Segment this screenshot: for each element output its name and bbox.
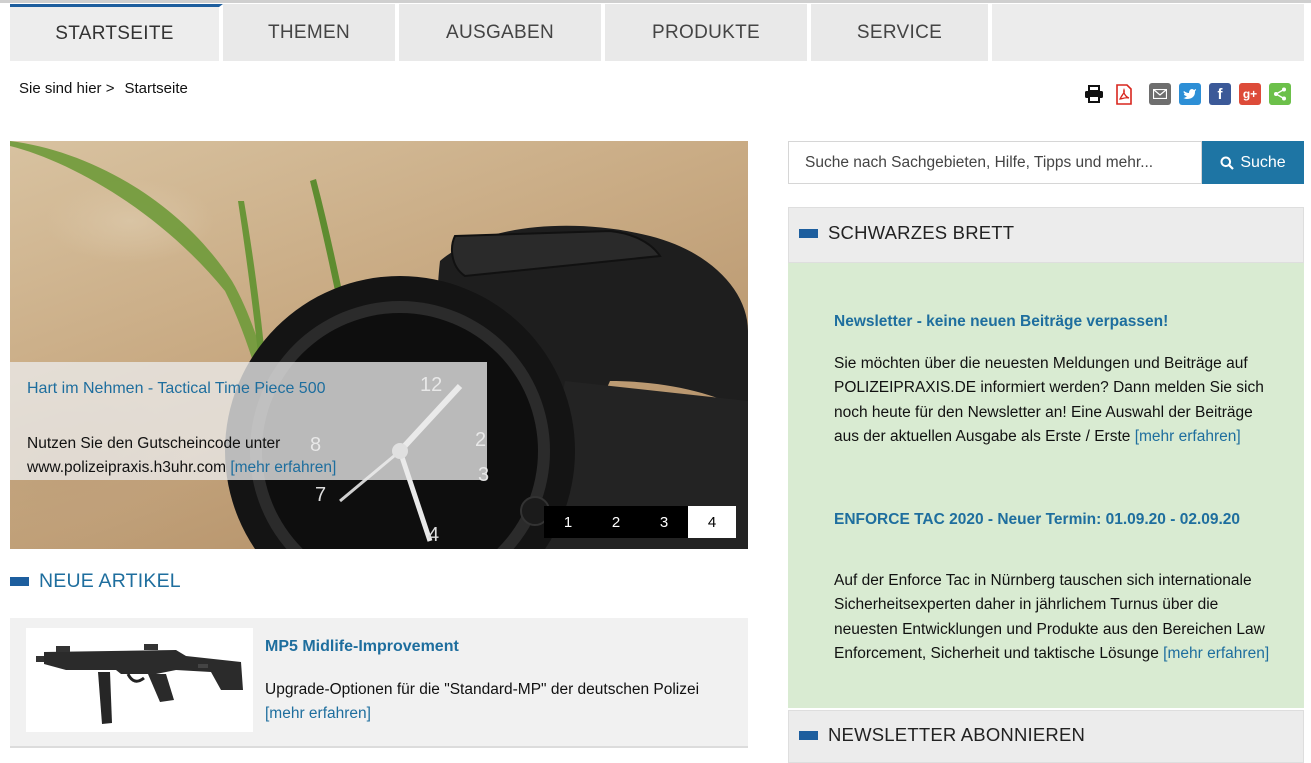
article-image[interactable] — [26, 628, 253, 732]
board-header: SCHWARZES BRETT — [788, 207, 1304, 263]
svg-text:7: 7 — [315, 484, 326, 506]
search-button[interactable]: Suche — [1202, 141, 1304, 184]
main-nav: STARTSEITE THEMEN AUSGABEN PRODUKTE SERV… — [10, 4, 1304, 61]
nav-filler — [992, 4, 1304, 61]
email-icon[interactable] — [1149, 83, 1171, 105]
article-more-link[interactable]: [mehr erfahren] — [265, 705, 371, 722]
board-heading: SCHWARZES BRETT — [799, 222, 1014, 244]
newsletter-heading-text[interactable]: NEWSLETTER ABONNIEREN — [828, 724, 1085, 746]
nav-themen[interactable]: THEMEN — [223, 4, 399, 61]
board-item-text: Sie möchten über die neuesten Meldungen … — [834, 352, 1274, 450]
search-icon — [1220, 156, 1235, 170]
hero-slider[interactable]: 12 2 3 4 8 7 Hart im Nehmen - Tactical T… — [10, 141, 748, 549]
nav-service[interactable]: SERVICE — [811, 4, 992, 61]
newsletter-header: NEWSLETTER ABONNIEREN — [788, 710, 1304, 763]
search-button-label: Suche — [1240, 153, 1286, 171]
heading-bar-icon — [799, 730, 818, 740]
article-body: Upgrade-Optionen für die "Standard-MP" d… — [265, 681, 700, 698]
board-content: Newsletter - keine neuen Beiträge verpas… — [788, 263, 1304, 708]
hero-text: Nutzen Sie den Gutscheincode unter www.p… — [27, 432, 470, 480]
article-text: Upgrade-Optionen für die "Standard-MP" d… — [265, 678, 725, 726]
new-articles-heading: NEUE ARTIKEL — [10, 570, 181, 593]
pager-4[interactable]: 4 — [688, 506, 736, 538]
article-title[interactable]: MP5 Midlife-Improvement — [265, 638, 459, 656]
hero-pager: 1 2 3 4 — [544, 506, 736, 538]
board-item-title[interactable]: ENFORCE TAC 2020 - Neuer Termin: 01.09.2… — [834, 510, 1254, 530]
board-item-title[interactable]: Newsletter - keine neuen Beiträge verpas… — [834, 312, 1254, 332]
heading-bar-icon — [799, 228, 818, 238]
heading-bar-icon — [10, 577, 29, 586]
share-icon[interactable] — [1269, 83, 1291, 105]
hero-title[interactable]: Hart im Nehmen - Tactical Time Piece 500 — [27, 380, 470, 398]
nav-produkte[interactable]: PRODUKTE — [605, 4, 811, 61]
watch-photo: 12 2 3 4 8 7 — [10, 141, 748, 549]
new-articles-heading-text: NEUE ARTIKEL — [39, 570, 181, 592]
search-input[interactable] — [788, 141, 1202, 184]
breadcrumb-current[interactable]: Startseite — [124, 80, 187, 97]
pager-3[interactable]: 3 — [640, 506, 688, 538]
pager-2[interactable]: 2 — [592, 506, 640, 538]
google-plus-icon[interactable]: g+ — [1239, 83, 1261, 105]
nav-startseite[interactable]: STARTSEITE — [10, 4, 223, 61]
facebook-icon[interactable]: f — [1209, 83, 1231, 105]
pager-1[interactable]: 1 — [544, 506, 592, 538]
board-item-text: Auf der Enforce Tac in Nürnberg tauschen… — [834, 569, 1274, 667]
breadcrumb: Sie sind hier > Startseite — [19, 80, 188, 97]
board-item-more-link[interactable]: [mehr erfahren] — [1163, 645, 1269, 662]
submachine-gun-image — [36, 644, 243, 724]
breadcrumb-prefix: Sie sind hier > — [19, 80, 115, 97]
article-card: MP5 Midlife-Improvement Upgrade-Optionen… — [10, 618, 748, 748]
hero-more-link[interactable]: [mehr erfahren] — [230, 459, 336, 476]
share-toolbar: f g+ — [1083, 83, 1291, 105]
newsletter-heading: NEWSLETTER ABONNIEREN — [799, 724, 1085, 746]
top-border — [0, 0, 1311, 3]
svg-text:4: 4 — [428, 524, 439, 546]
board-item-more-link[interactable]: [mehr erfahren] — [1135, 428, 1241, 445]
board-heading-text: SCHWARZES BRETT — [828, 222, 1015, 243]
hero-caption: Hart im Nehmen - Tactical Time Piece 500… — [10, 362, 487, 480]
nav-ausgaben[interactable]: AUSGABEN — [399, 4, 605, 61]
twitter-icon[interactable] — [1179, 83, 1201, 105]
print-icon[interactable] — [1083, 83, 1105, 105]
pdf-icon[interactable] — [1113, 83, 1135, 105]
